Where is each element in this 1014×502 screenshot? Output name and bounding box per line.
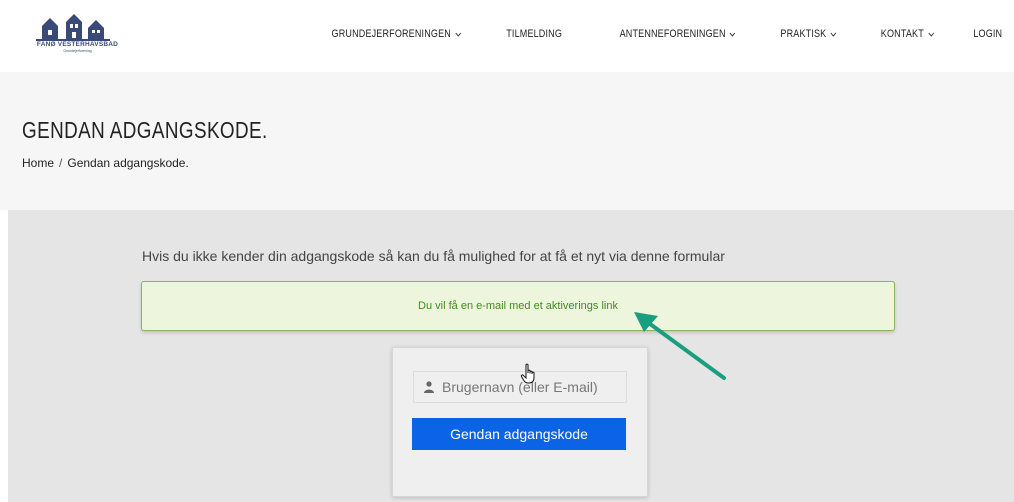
chevron-down-icon xyxy=(454,30,461,39)
reset-password-button[interactable]: Gendan adgangskode xyxy=(412,418,626,450)
user-icon xyxy=(422,380,436,394)
breadcrumb-separator: / xyxy=(59,156,63,170)
nav-item-kontakt[interactable]: KONTAKT xyxy=(881,28,935,40)
logo-tagline: Grundejerforening xyxy=(63,49,92,53)
nav-item-label: TILMELDING xyxy=(506,28,562,40)
nav-item-label: ANTENNEFORENINGEN xyxy=(619,28,726,40)
annotation-arrow-icon xyxy=(634,312,726,380)
nav-item-label: PRAKTISK xyxy=(780,28,827,40)
nav-item-login[interactable]: LOGIN xyxy=(973,28,1002,40)
nav-item-grundejerforeningen[interactable]: GRUNDEJERFORENINGEN xyxy=(332,28,462,40)
nav-item-label: GRUNDEJERFORENINGEN xyxy=(331,28,452,40)
logo-brand: FANØ VESTERHAVSBAD xyxy=(36,41,119,48)
main-nav: GRUNDEJERFORENINGEN TILMELDING ANTENNEFO… xyxy=(271,28,1002,40)
breadcrumb: Home / Gendan adgangskode. xyxy=(22,156,189,170)
intro-text: Hvis du ikke kender din adgangskode så k… xyxy=(142,248,725,264)
site-header: FANØ VESTERHAVSBAD Grundejerforening GRU… xyxy=(0,0,1014,72)
chevron-down-icon xyxy=(729,30,736,39)
chevron-down-icon xyxy=(927,30,934,39)
page-title-band: GENDAN ADGANGSKODE. Home / Gendan adgang… xyxy=(0,72,1014,210)
nav-item-label: KONTAKT xyxy=(881,28,925,40)
alert-message: Du vil få en e-mail med et aktiverings l… xyxy=(418,300,618,312)
logo-houses-icon xyxy=(36,14,110,41)
hand-cursor-icon xyxy=(520,363,535,384)
success-alert: Du vil få en e-mail med et aktiverings l… xyxy=(141,281,895,331)
breadcrumb-current: Gendan adgangskode. xyxy=(67,156,189,170)
page-title: GENDAN ADGANGSKODE. xyxy=(22,117,268,143)
nav-item-label: LOGIN xyxy=(973,28,1002,40)
site-logo[interactable]: FANØ VESTERHAVSBAD Grundejerforening xyxy=(30,12,125,62)
nav-item-antenneforeningen[interactable]: ANTENNEFORENINGEN xyxy=(620,28,737,40)
breadcrumb-home-link[interactable]: Home xyxy=(22,156,54,170)
content-area: Hvis du ikke kender din adgangskode så k… xyxy=(8,210,1014,502)
chevron-down-icon xyxy=(830,30,837,39)
nav-item-praktisk[interactable]: PRAKTISK xyxy=(781,28,838,40)
nav-item-tilmelding[interactable]: TILMELDING xyxy=(506,28,562,40)
